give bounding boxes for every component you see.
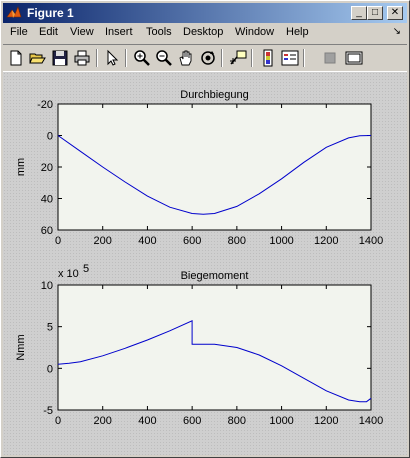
x-tick-label: 0 [55,235,61,247]
x-tick-label: 600 [183,415,201,427]
edit-plot-arrow-icon[interactable] [103,49,121,67]
x-tick-label: 1400 [359,235,383,247]
zoom-in-icon[interactable] [133,49,151,67]
minimize-button[interactable]: _ [351,6,367,20]
save-icon[interactable] [51,49,69,67]
plot-axes-1[interactable] [57,284,372,411]
hide-plot-tools-icon[interactable] [321,49,339,67]
y-axis-label: Nmm [15,334,27,360]
y-tick-label: 0 [47,131,53,143]
x-tick-label: 0 [55,415,61,427]
y-axis-label: mm [15,158,27,176]
new-figure-icon[interactable] [7,49,25,67]
plot-axes-0[interactable] [57,103,372,231]
open-file-icon[interactable] [29,49,47,67]
close-icon: ✕ [390,7,400,18]
menu-insert[interactable]: Insert [105,26,133,38]
y-tick-label: -20 [37,99,53,111]
maximize-icon: □ [371,7,379,18]
pan-hand-icon[interactable] [177,49,195,67]
x-tick-label: 1000 [269,415,293,427]
y-tick-label: 10 [41,280,53,292]
plots-svg: Durchbiegung0 200 400 600 800 1000 1200 1400-20… [15,89,383,427]
y-tick-label: -5 [43,405,53,417]
x-tick-label: 400 [138,235,156,247]
toolbar-separator [125,49,127,67]
menu-file[interactable]: File [10,26,28,38]
y-tick-label: 60 [41,225,53,237]
matlab-logo-icon [6,5,22,24]
figure-canvas[interactable]: Durchbiegung 0 200 400 600 800 1000 1200 1400 -20… [3,72,407,455]
window-title: Figure 1 [27,6,74,20]
plot-title: Biegemoment [181,270,249,282]
x-tick-label: 200 [94,415,112,427]
menu-window[interactable]: Window [235,26,274,38]
dock-arrow-icon[interactable]: ↘ [393,26,401,37]
figure-window: Figure 1 _ □ ✕ File Edit View Insert Too… [0,0,410,458]
show-plot-tools-icon[interactable] [345,49,363,67]
menu-desktop[interactable]: Desktop [183,26,223,38]
y-tick-label: 40 [41,194,53,206]
x-tick-label: 400 [138,415,156,427]
close-button[interactable]: ✕ [387,6,403,20]
insert-legend-icon[interactable] [281,49,299,67]
print-icon[interactable] [73,49,91,67]
maximize-button[interactable]: □ [367,6,383,20]
x-tick-label: 1000 [269,235,293,247]
y-tick-label: 5 [47,322,53,334]
toolbar-separator [303,49,305,67]
y-axis-multiplier-exponent: 5 [83,263,89,275]
toolbar [3,44,407,72]
toolbar-separator [251,49,253,67]
x-tick-label: 200 [94,235,112,247]
title-bar[interactable]: Figure 1 _ □ ✕ [3,3,407,23]
minimize-icon: _ [356,7,362,18]
menu-help[interactable]: Help [286,26,309,38]
rotate-3d-icon[interactable] [199,49,217,67]
menu-edit[interactable]: Edit [39,26,58,38]
data-cursor-icon[interactable] [229,49,247,67]
y-tick-label: 0 [47,363,53,375]
x-tick-label: 800 [228,235,246,247]
zoom-out-icon[interactable] [155,49,173,67]
x-tick-label: 1200 [314,415,338,427]
menu-tools[interactable]: Tools [146,26,172,38]
menu-view[interactable]: View [70,26,94,38]
x-tick-label: 1200 [314,235,338,247]
plot-title: Durchbiegung [180,89,249,101]
y-axis-multiplier: x 10 [58,268,79,280]
menu-bar: File Edit View Insert Tools Desktop Wind… [3,24,407,43]
y-tick-label: 20 [41,162,53,174]
toolbar-separator [221,49,223,67]
insert-colorbar-icon[interactable] [259,49,277,67]
x-tick-label: 800 [228,415,246,427]
x-tick-label: 600 [183,235,201,247]
toolbar-separator [96,49,98,67]
x-tick-label: 1400 [359,415,383,427]
